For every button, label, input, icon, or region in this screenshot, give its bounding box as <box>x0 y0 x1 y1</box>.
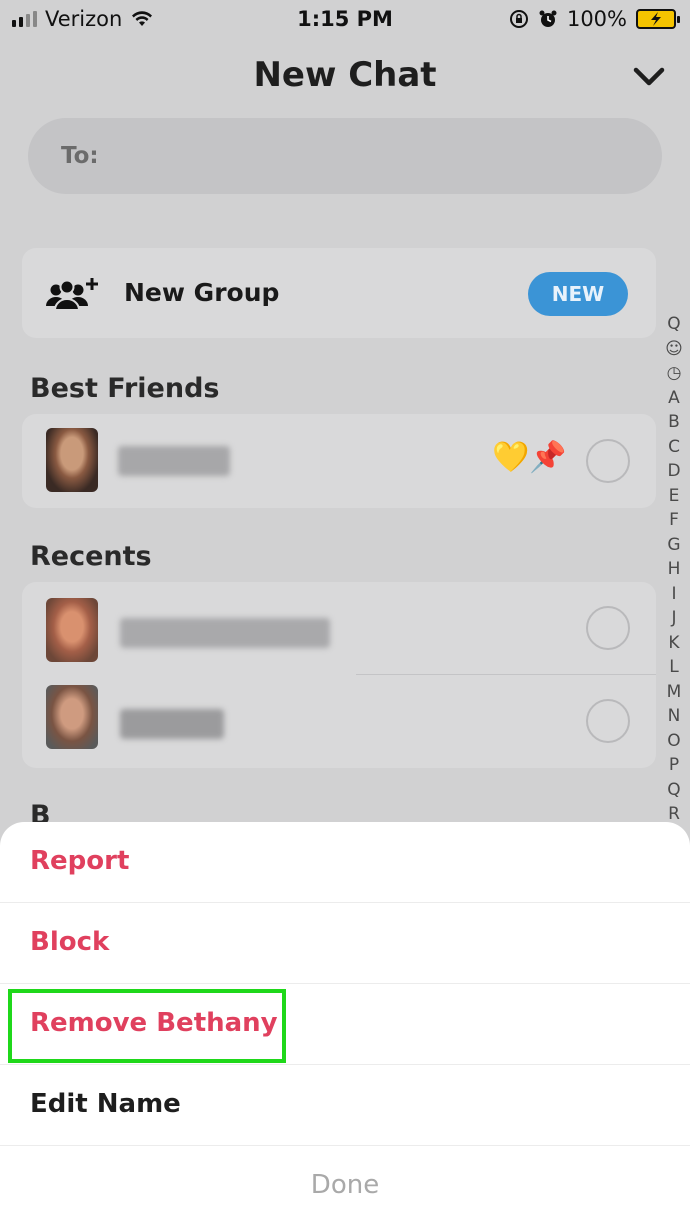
alpha-index-item[interactable]: F <box>662 508 686 533</box>
new-group-button[interactable]: New Group NEW <box>22 248 656 338</box>
alpha-index-item[interactable]: C <box>662 435 686 460</box>
alpha-index-item[interactable]: I <box>662 582 686 607</box>
to-input[interactable] <box>28 118 662 194</box>
alpha-index-item[interactable]: Q <box>662 778 686 803</box>
report-button[interactable]: Report <box>0 822 690 903</box>
alpha-index-item[interactable]: E <box>662 484 686 509</box>
alpha-index-item[interactable]: ◷ <box>662 361 686 386</box>
friend-emoji-badges: 💛📌 <box>492 440 567 475</box>
block-label: Block <box>30 927 110 957</box>
status-right: 100% <box>509 7 680 31</box>
section-title-best-friends: Best Friends <box>30 373 220 404</box>
alpha-index-item[interactable]: O <box>662 729 686 754</box>
alarm-icon <box>539 10 557 27</box>
contact-name-blurred <box>120 618 330 648</box>
contact-name-blurred <box>120 709 224 739</box>
add-group-icon <box>46 278 98 311</box>
alpha-index-item[interactable]: M <box>662 680 686 705</box>
new-badge: NEW <box>528 272 628 316</box>
contact-name-blurred <box>118 446 230 476</box>
select-checkbox[interactable] <box>586 606 630 650</box>
list-item[interactable] <box>22 582 656 675</box>
done-button[interactable]: Done <box>0 1170 690 1200</box>
report-label: Report <box>30 846 130 876</box>
status-bar: Verizon 1:15 PM 100% <box>0 0 690 40</box>
alpha-index-item[interactable]: Q <box>662 312 686 337</box>
edit-name-label: Edit Name <box>30 1089 181 1119</box>
avatar <box>46 598 98 662</box>
alpha-index-item[interactable]: N <box>662 704 686 729</box>
avatar <box>46 428 98 492</box>
alpha-index-item[interactable]: G <box>662 533 686 558</box>
alpha-index-item[interactable]: H <box>662 557 686 582</box>
edit-name-button[interactable]: Edit Name <box>0 1065 690 1146</box>
alpha-index-item[interactable]: D <box>662 459 686 484</box>
alpha-index-item[interactable]: J <box>662 606 686 631</box>
new-group-label: New Group <box>124 278 280 307</box>
action-sheet: Report Block Remove Bethany Edit Name Do… <box>0 822 690 1227</box>
list-item-best-friend[interactable]: 💛📌 <box>22 414 656 508</box>
alpha-index-item[interactable]: K <box>662 631 686 656</box>
avatar <box>46 685 98 749</box>
alpha-index-item[interactable]: P <box>662 753 686 778</box>
chevron-down-icon[interactable] <box>632 62 666 90</box>
list-item[interactable] <box>22 675 656 768</box>
alphabet-index[interactable]: Q ☺ ◷ A B C D E F G H I J K L M N O P Q … <box>662 312 686 827</box>
page-title: New Chat <box>253 55 437 95</box>
recents-list <box>22 582 656 768</box>
select-checkbox[interactable] <box>586 699 630 743</box>
alpha-index-item[interactable]: B <box>662 410 686 435</box>
alpha-index-item[interactable]: A <box>662 386 686 411</box>
battery-icon <box>636 9 680 29</box>
alpha-index-item[interactable]: ☺ <box>662 337 686 362</box>
screen: Verizon 1:15 PM 100% New Chat To: New Gr… <box>0 0 690 1227</box>
section-title-recents: Recents <box>30 541 152 572</box>
select-checkbox[interactable] <box>586 439 630 483</box>
orientation-lock-icon <box>509 10 528 28</box>
highlight-annotation <box>8 989 286 1063</box>
block-button[interactable]: Block <box>0 903 690 984</box>
alpha-index-item[interactable]: L <box>662 655 686 680</box>
battery-percent: 100% <box>566 7 627 31</box>
